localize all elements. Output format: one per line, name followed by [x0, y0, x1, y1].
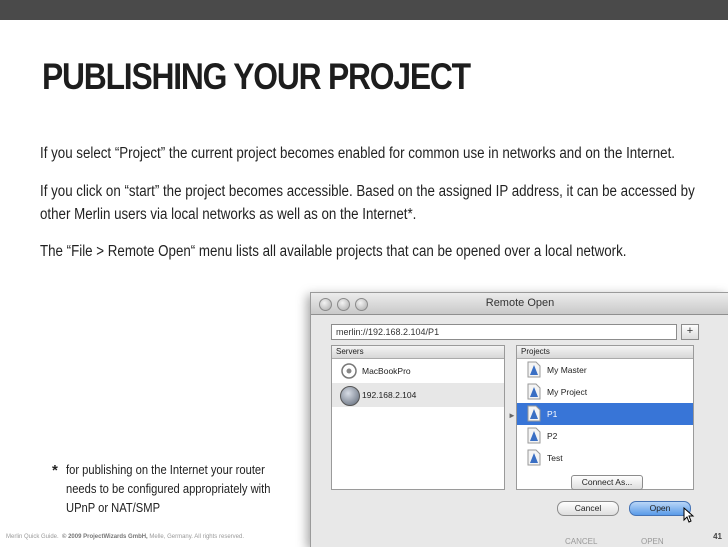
servers-header: Servers: [332, 346, 504, 359]
paragraph-start: If you click on “start” the project beco…: [40, 180, 695, 226]
chevron-right-icon: ►: [508, 411, 516, 420]
project-label: P1: [547, 409, 558, 419]
footnote-line: needs to be configured appropriately wit…: [66, 481, 271, 496]
copyright-suffix: Melle, Germany. All rights reserved.: [147, 534, 244, 540]
project-item[interactable]: Test: [517, 447, 693, 469]
project-file-icon: [527, 361, 541, 378]
servers-list: Servers MacBookPro 192.168.2.104: [331, 345, 505, 490]
project-item[interactable]: P2: [517, 425, 693, 447]
page-title: PUBLISHING YOUR PROJECT: [42, 56, 471, 97]
slide-footer: Merlin Quick Guide. © 2009 ProjectWizard…: [0, 529, 728, 546]
mouse-cursor-icon: [683, 507, 695, 523]
copyright-prefix: © 2009 ProjectWizards GmbH,: [62, 534, 148, 540]
url-input[interactable]: merlin://192.168.2.104/P1: [331, 324, 677, 340]
project-label: My Master: [547, 365, 587, 375]
projects-list: Projects My Master My Project P1 P2 Test: [516, 345, 694, 490]
project-file-icon: [527, 405, 541, 422]
footer-brand: Merlin Quick Guide.: [6, 534, 59, 540]
server-item-macbookpro[interactable]: MacBookPro: [332, 359, 504, 383]
add-button[interactable]: +: [681, 324, 699, 340]
server-item-ip[interactable]: 192.168.2.104: [332, 383, 504, 407]
server-label: MacBookPro: [362, 366, 411, 376]
footnote-marker: *: [52, 462, 58, 479]
footer-copyright: © 2009 ProjectWizards GmbH, Melle, Germa…: [62, 534, 244, 540]
footnote-line: for publishing on the Internet your rout…: [66, 462, 265, 477]
paragraph-project: If you select “Project” the current proj…: [40, 145, 675, 162]
top-bar: [0, 0, 728, 20]
connect-as-button[interactable]: Connect As...: [571, 475, 643, 490]
project-label: Test: [547, 453, 563, 463]
globe-icon: [340, 386, 360, 406]
project-file-icon: [527, 383, 541, 400]
paragraph-remote-open: The “File > Remote Open“ menu lists all …: [40, 243, 627, 260]
server-label: 192.168.2.104: [362, 390, 417, 400]
project-file-icon: [527, 427, 541, 444]
project-item-selected[interactable]: P1: [517, 403, 693, 425]
projects-header: Projects: [517, 346, 693, 359]
page-number: 41: [713, 532, 722, 541]
project-item[interactable]: My Master: [517, 359, 693, 381]
paragraph-start-line2: other Merlin users via local networks as…: [40, 206, 417, 223]
open-button[interactable]: Open: [629, 501, 691, 516]
server-icon: [341, 363, 357, 379]
paragraph-start-line1: If you click on “start” the project beco…: [40, 183, 695, 200]
remote-open-window: Remote Open merlin://192.168.2.104/P1 + …: [310, 292, 728, 547]
project-item[interactable]: My Project: [517, 381, 693, 403]
window-titlebar: Remote Open: [311, 293, 728, 315]
cancel-button[interactable]: Cancel: [557, 501, 619, 516]
project-label: My Project: [547, 387, 588, 397]
footnote-line: UPnP or NAT/SMP: [66, 500, 161, 515]
window-title: Remote Open: [485, 297, 555, 309]
project-label: P2: [547, 431, 558, 441]
project-file-icon: [527, 449, 541, 466]
